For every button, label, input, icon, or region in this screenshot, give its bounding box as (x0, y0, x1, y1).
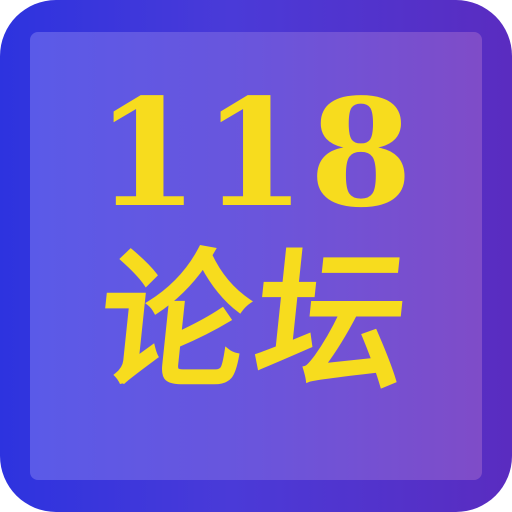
logo-number: 118 (95, 66, 417, 240)
app-icon: 118 论坛 (0, 0, 512, 512)
logo-name: 论坛 (90, 236, 422, 410)
